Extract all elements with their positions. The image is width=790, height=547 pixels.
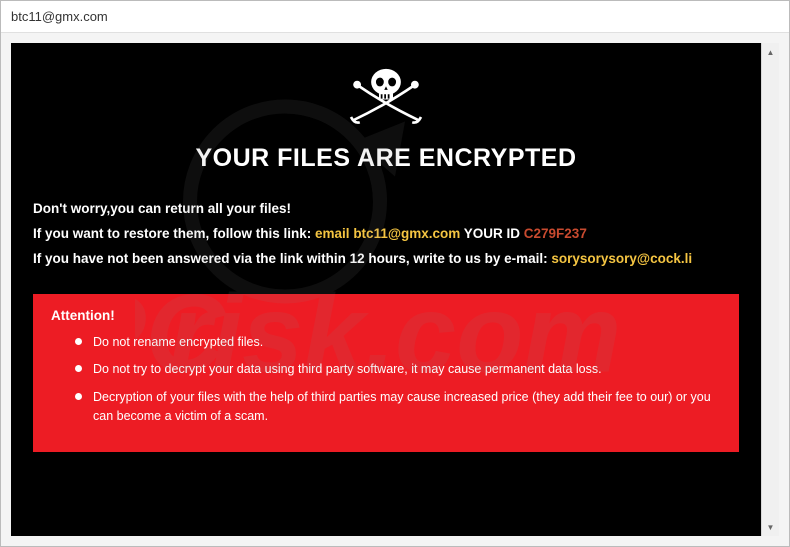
line2-prefix: If you want to restore them, follow this… <box>33 226 315 241</box>
secondary-contact-email: sorysorysory@cock.li <box>551 251 692 266</box>
attention-box: Attention! Do not rename encrypted files… <box>33 294 739 453</box>
info-lines: Don't worry,you can return all your file… <box>33 197 739 272</box>
line3-prefix: If you have not been answered via the li… <box>33 251 551 266</box>
info-line-1: Don't worry,you can return all your file… <box>33 197 739 222</box>
info-line-2: If you want to restore them, follow this… <box>33 222 739 247</box>
list-item: Decryption of your files with the help o… <box>75 388 721 427</box>
skull-crossbones-icon <box>341 118 431 135</box>
primary-contact-email: btc11@gmx.com <box>353 226 460 241</box>
main-heading: YOUR FILES ARE ENCRYPTED <box>33 144 739 173</box>
titlebar: btc11@gmx.com <box>1 1 789 33</box>
info-line-3: If you have not been answered via the li… <box>33 247 739 272</box>
ransom-body: YOUR FILES ARE ENCRYPTED Don't worry,you… <box>11 43 761 536</box>
content-area: YOUR FILES ARE ENCRYPTED Don't worry,you… <box>1 33 789 546</box>
attention-title: Attention! <box>51 308 721 323</box>
victim-id: C279F237 <box>524 226 587 241</box>
line2-email-label: email <box>315 226 353 241</box>
chevron-down-icon[interactable]: ▼ <box>762 518 779 536</box>
ransom-window: btc11@gmx.com <box>0 0 790 547</box>
skull-wrap <box>33 61 739 136</box>
line2-yourid-label: YOUR ID <box>460 226 524 241</box>
vertical-scrollbar[interactable]: ▲ ▼ <box>761 43 779 536</box>
list-item: Do not rename encrypted files. <box>75 333 721 352</box>
list-item: Do not try to decrypt your data using th… <box>75 360 721 379</box>
chevron-up-icon[interactable]: ▲ <box>762 43 779 61</box>
attention-list: Do not rename encrypted files. Do not tr… <box>51 333 721 427</box>
window-title: btc11@gmx.com <box>11 9 108 24</box>
